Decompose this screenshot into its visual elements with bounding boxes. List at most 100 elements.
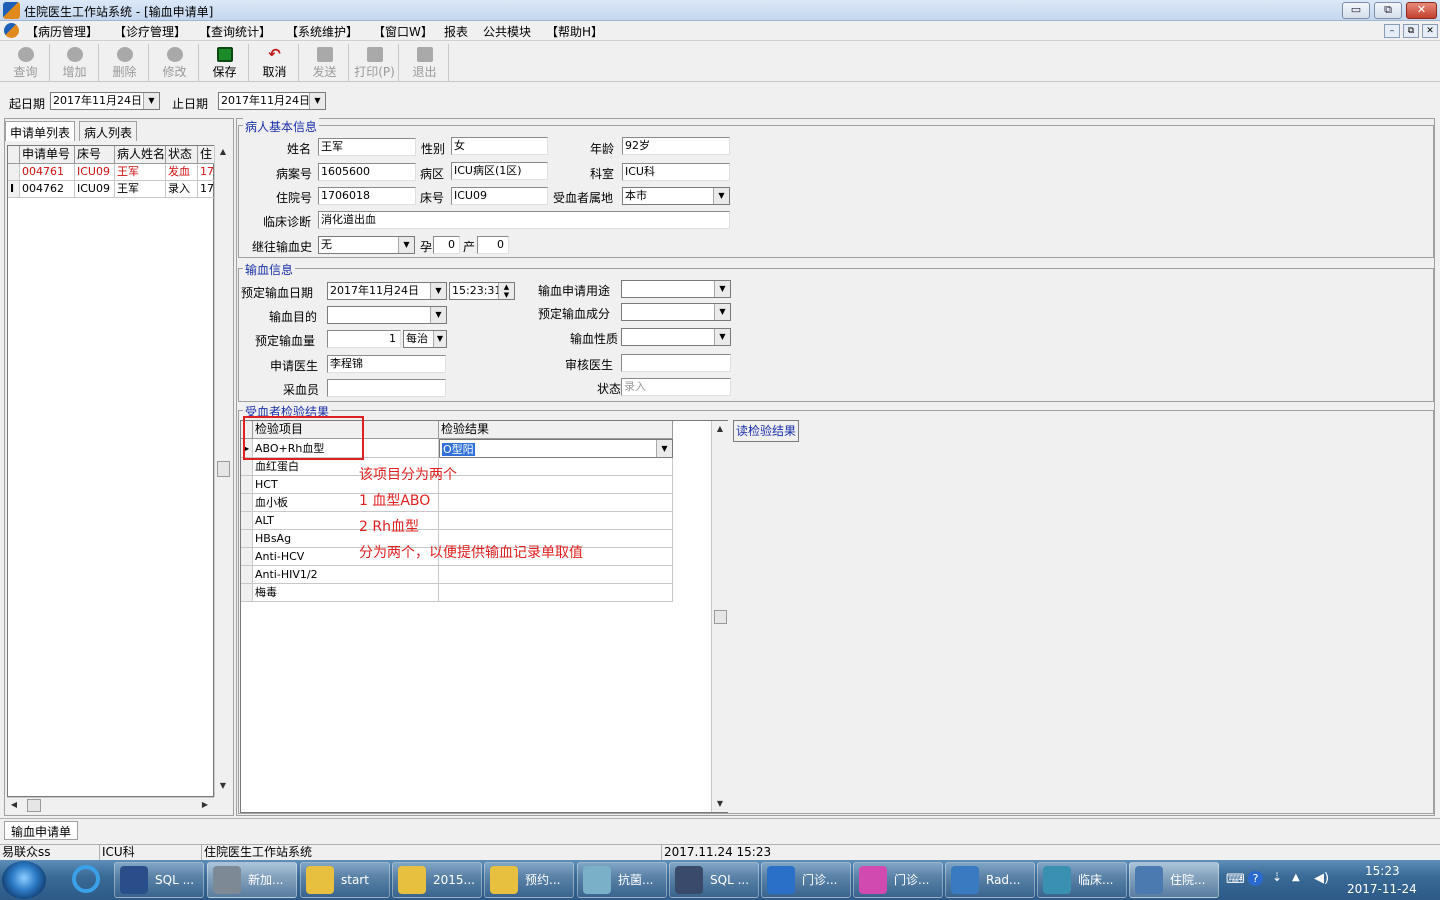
test-result-cell[interactable] <box>439 566 673 584</box>
read-test-results-button[interactable]: 读检验结果 <box>733 420 799 442</box>
tab-transfusion-application[interactable]: 输血申请单 <box>4 821 79 840</box>
case-number-field[interactable]: 1605600 <box>318 163 416 181</box>
department-field[interactable]: ICU科 <box>622 163 730 181</box>
scroll-right-icon[interactable]: ▶ <box>200 800 210 809</box>
test-result-cell[interactable] <box>439 494 673 512</box>
start-date-picker[interactable]: 2017年11月24日 ▼ <box>50 92 160 110</box>
pregnancy-field[interactable]: 0 <box>433 236 460 254</box>
table-row[interactable]: Anti-HIV1/2 <box>241 566 673 584</box>
table-row[interactable]: ALT <box>241 512 673 530</box>
taskbar-button[interactable]: SQL ... <box>114 862 204 898</box>
chevron-down-icon[interactable]: ▼ <box>656 440 672 457</box>
taskbar-button[interactable]: 新加... <box>207 862 297 898</box>
test-result-cell[interactable]: O型阳 ▼ <box>439 439 673 458</box>
table-row[interactable]: I 004762 ICU09 王军 录入 17 <box>8 181 215 198</box>
scroll-down-icon[interactable]: ▼ <box>215 781 231 790</box>
tray-expand-icon[interactable]: ▲ <box>1292 872 1300 883</box>
clock-time[interactable]: 15:23 <box>1365 864 1400 878</box>
table-row[interactable]: 血红蛋白 <box>241 458 673 476</box>
taskbar-button[interactable]: 2015... <box>392 862 482 898</box>
menu-diagnosis[interactable]: 【诊疗管理】 <box>114 23 186 40</box>
ward-field[interactable]: ICU病区(1区) <box>451 162 548 180</box>
taskbar-button[interactable]: SQL ... <box>669 862 759 898</box>
table-row[interactable]: 梅毒 <box>241 584 673 602</box>
bed-field[interactable]: ICU09 <box>451 187 548 205</box>
table-row[interactable]: HCT <box>241 476 673 494</box>
start-button[interactable] <box>2 861 46 899</box>
birth-field[interactable]: 0 <box>477 236 509 254</box>
tab-application-list[interactable]: 申请单列表 <box>5 121 76 141</box>
purpose-select[interactable]: ▼ <box>327 306 447 324</box>
taskbar-button[interactable]: 预约... <box>484 862 574 898</box>
save-button[interactable]: 保存 <box>201 44 249 81</box>
transfusion-history-select[interactable]: 无 ▼ <box>318 236 415 254</box>
table-row[interactable]: 血小板 <box>241 494 673 512</box>
tests-vertical-scrollbar[interactable]: ▲ ▼ <box>711 421 728 812</box>
column-header-status[interactable]: 状态 <box>166 146 198 164</box>
ie-taskbar-button[interactable] <box>64 860 108 900</box>
transfusion-time-spinner[interactable]: 15:23:31 ▲ ▼ <box>449 282 515 300</box>
taskbar-button[interactable]: start <box>300 862 390 898</box>
mdi-restore-button[interactable]: ⧉ <box>1403 24 1419 38</box>
scroll-up-icon[interactable]: ▲ <box>712 424 728 433</box>
region-select[interactable]: 本市 ▼ <box>622 187 730 205</box>
column-header-test-result[interactable]: 检验结果 <box>439 421 673 439</box>
component-select[interactable]: ▼ <box>621 303 731 321</box>
list-horizontal-scrollbar[interactable]: ◀ ▶ <box>7 797 214 813</box>
menu-public[interactable]: 公共模块 <box>483 23 531 40</box>
restore-button[interactable]: ⧉ <box>1374 2 1402 19</box>
mdi-close-button[interactable]: ✕ <box>1422 24 1438 38</box>
scroll-thumb[interactable] <box>714 610 727 624</box>
end-date-picker[interactable]: 2017年11月24日 ▼ <box>218 92 326 110</box>
edit-button[interactable]: 修改 <box>151 44 199 81</box>
inpatient-number-field[interactable]: 1706018 <box>318 187 416 205</box>
clock-date[interactable]: 2017-11-24 <box>1347 882 1417 896</box>
menu-medical-records[interactable]: 【病历管理】 <box>26 23 98 40</box>
amount-field[interactable]: 1 <box>327 330 401 348</box>
menu-window[interactable]: 【窗口W】 <box>373 23 433 40</box>
application-use-select[interactable]: ▼ <box>621 280 731 298</box>
transfusion-date-picker[interactable]: 2017年11月24日 ▼ <box>327 282 447 300</box>
test-result-cell[interactable] <box>439 584 673 602</box>
spinner-icon[interactable]: ▲ ▼ <box>498 283 514 299</box>
minimize-button[interactable]: ▭ <box>1342 2 1370 19</box>
print-button[interactable]: 打印(P) <box>351 44 399 81</box>
scroll-left-icon[interactable]: ◀ <box>9 800 19 809</box>
scroll-thumb[interactable] <box>217 461 230 477</box>
volume-icon[interactable]: ◀) <box>1314 871 1329 886</box>
scroll-down-icon[interactable]: ▼ <box>712 799 728 808</box>
table-row[interactable]: 004761 ICU09 王军 发血 17 <box>8 164 215 181</box>
mdi-minimize-button[interactable]: – <box>1384 24 1400 38</box>
menu-query-stats[interactable]: 【查询统计】 <box>199 23 271 40</box>
test-result-cell[interactable] <box>439 458 673 476</box>
sex-field[interactable]: 女 <box>451 137 548 155</box>
cancel-button[interactable]: ↶ 取消 <box>251 44 299 81</box>
menu-help[interactable]: 【帮助H】 <box>546 23 603 40</box>
diagnosis-field[interactable]: 消化道出血 <box>318 211 730 229</box>
help-icon[interactable]: ? <box>1248 871 1263 886</box>
applying-doctor-field[interactable]: 李程锦 <box>327 355 446 373</box>
column-header-name[interactable]: 病人姓名 <box>115 146 166 164</box>
taskbar-button[interactable]: 抗菌... <box>577 862 667 898</box>
keyboard-icon[interactable]: ⌨ <box>1226 872 1245 887</box>
column-header-inpatient[interactable]: 住 <box>198 146 215 164</box>
nature-select[interactable]: ▼ <box>621 328 731 346</box>
taskbar-button[interactable]: Rad... <box>945 862 1035 898</box>
tab-patient-list[interactable]: 病人列表 <box>79 121 138 141</box>
send-button[interactable]: 发送 <box>301 44 349 81</box>
column-header-no[interactable]: 申请单号 <box>20 146 75 164</box>
scroll-up-icon[interactable]: ▲ <box>215 147 231 156</box>
close-button[interactable]: ✕ <box>1406 2 1437 19</box>
menu-system[interactable]: 【系统维护】 <box>286 23 358 40</box>
tray-menu-icon[interactable]: ⇣ <box>1272 870 1282 884</box>
query-button[interactable]: 查询 <box>2 44 50 81</box>
add-button[interactable]: 增加 <box>51 44 99 81</box>
test-result-cell[interactable] <box>439 512 673 530</box>
age-field[interactable]: 92岁 <box>622 137 730 155</box>
taskbar-button[interactable]: 临床... <box>1037 862 1127 898</box>
amount-unit-select[interactable]: 每治 ▼ <box>403 330 447 348</box>
menu-reports[interactable]: 报表 <box>444 23 468 40</box>
reviewer-field[interactable] <box>621 354 731 372</box>
list-vertical-scrollbar[interactable]: ▲ ▼ <box>214 145 231 797</box>
taskbar-button[interactable]: 门诊... <box>761 862 851 898</box>
